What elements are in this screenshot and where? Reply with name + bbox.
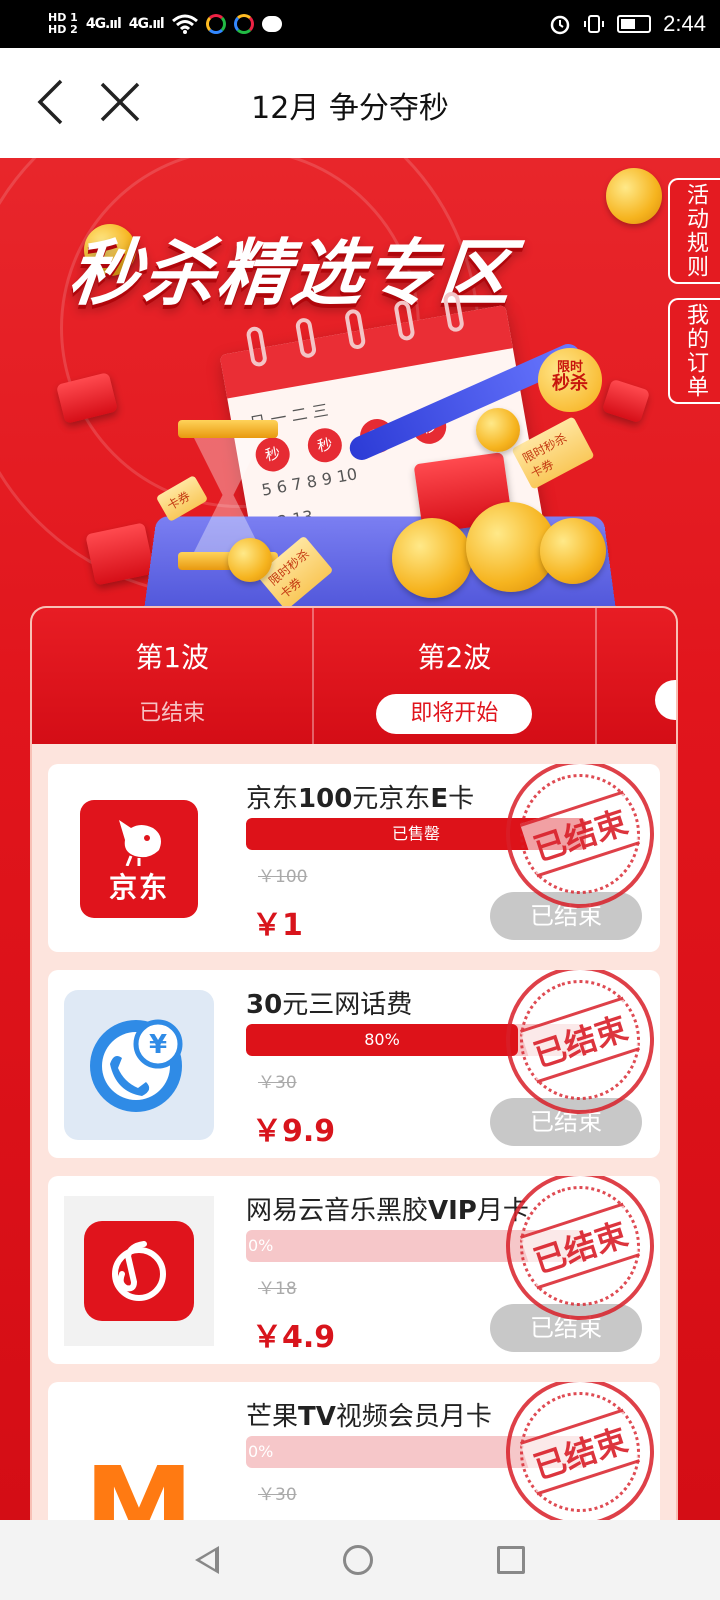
system-nav-bar — [0, 1520, 720, 1600]
name-part: 元京东 — [352, 784, 431, 814]
tab-wave-3-peek[interactable] — [597, 608, 676, 744]
progress-text: 80% — [364, 1030, 400, 1049]
signal-2-icon: 4G.ııl — [128, 16, 165, 32]
stamp-text: 已结束 — [519, 790, 641, 878]
product-name: 芒果TV视频会员月卡 — [246, 1396, 492, 1433]
page-title: 12月 争分夺秒 — [0, 83, 720, 127]
original-price: ￥18 — [258, 1279, 297, 1299]
vibrate-icon — [584, 15, 605, 33]
name-part: 30 — [246, 990, 283, 1020]
activity-rules-button[interactable]: 活动规则 — [668, 178, 720, 284]
hd2-label: HD 2 — [48, 23, 78, 36]
signal-1-icon: 4G.ııl — [85, 16, 122, 32]
tab-wave-2[interactable]: 第2波 即将开始 — [314, 608, 597, 744]
product-name: 京东100元京东E卡 — [246, 778, 474, 815]
name-part: 元三网话费 — [282, 990, 413, 1020]
clock: 2:44 — [663, 11, 706, 36]
product-name: 网易云音乐黑胶VIP月卡 — [246, 1190, 529, 1227]
hd-indicator: HD 1 HD 2 — [48, 12, 78, 36]
nav-bar: 12月 争分夺秒 — [0, 48, 720, 158]
system-home-icon[interactable] — [343, 1545, 373, 1575]
stamp-text: 已结束 — [519, 1202, 641, 1290]
content-area[interactable]: 秒杀精选专区 日 一 二 三 秒 秒 秒 秒 5 6 7 8 9 10 12 1… — [0, 158, 720, 1520]
app-notification-icon — [205, 14, 226, 34]
tab-title: 第2波 — [417, 641, 492, 674]
system-recents-icon[interactable] — [497, 1546, 525, 1574]
yuan-glyph: ¥ — [149, 1030, 167, 1060]
tab-title: 第1波 — [135, 641, 210, 674]
my-orders-button[interactable]: 我的订单 — [668, 298, 720, 404]
name-part: 视频会员月卡 — [335, 1402, 492, 1432]
product-card[interactable]: ¥ 30元三网话费 80% ￥30 ￥9.9 已结束 已结束 — [48, 970, 660, 1158]
battery-icon — [617, 15, 652, 33]
tab-status: 已结束 — [139, 701, 206, 726]
stamp-text: 已结束 — [519, 1408, 641, 1496]
hero-banner: 秒杀精选专区 日 一 二 三 秒 秒 秒 秒 5 6 7 8 9 10 12 1… — [0, 158, 720, 618]
original-price: ￥30 — [258, 1073, 297, 1093]
name-part: VIP — [428, 1196, 477, 1226]
jd-logo-tile: 京东 — [80, 800, 198, 918]
name-part: 网易云音乐黑胶 — [246, 1196, 429, 1226]
jd-dog-icon — [119, 820, 161, 866]
sale-price: ￥9.9 — [252, 1114, 336, 1149]
badge-big-text: 秒杀 — [552, 373, 588, 394]
gold-coin-icon — [606, 168, 662, 224]
phone-yuan-icon: ¥ — [90, 1019, 183, 1112]
jd-logo-text: 京东 — [108, 871, 169, 904]
stamp-text: 已结束 — [519, 996, 641, 1084]
netease-music-logo — [64, 1196, 214, 1346]
system-back-icon[interactable] — [195, 1546, 219, 1574]
netease-music-icon — [112, 1241, 166, 1301]
mango-logo-glyph: M — [84, 1443, 194, 1520]
page-title-text: 12月 争分夺秒 — [251, 91, 449, 126]
original-price: ￥30 — [258, 1485, 297, 1505]
my-orders-label: 我的订单 — [683, 303, 708, 399]
wifi-icon — [171, 14, 198, 34]
message-icon — [261, 16, 282, 32]
activity-rules-label: 活动规则 — [683, 183, 708, 279]
original-price: ￥100 — [258, 867, 308, 887]
product-card[interactable]: 京东 京东100元京东E卡 已售罄 ￥100 ￥1 已结束 已结束 — [48, 764, 660, 952]
name-part: 芒果 — [246, 1402, 299, 1432]
status-left: HD 1 HD 2 4G.ııl 4G.ııl — [48, 12, 549, 36]
name-part: 100 — [298, 784, 353, 814]
product-card[interactable]: 网易云音乐黑胶VIP月卡 0% ￥18 ￥4.9 已结束 已结束 — [48, 1176, 660, 1364]
wave-tabs: 第1波 已结束 第2波 即将开始 — [32, 608, 676, 744]
name-part: 京东 — [246, 784, 299, 814]
jd-logo: 京东 — [64, 784, 214, 934]
tab-pill — [654, 680, 676, 720]
sale-price: ￥1 — [252, 908, 303, 943]
name-part: TV — [298, 1402, 336, 1432]
netease-logo-tile — [84, 1221, 194, 1321]
alarm-icon — [550, 15, 570, 35]
mango-tv-logo: M — [64, 1402, 214, 1520]
name-part: 卡 — [448, 784, 475, 814]
gold-coin-icon — [476, 408, 520, 452]
name-part: E — [430, 784, 449, 814]
flash-sale-panel: 第1波 已结束 第2波 即将开始 京东 京东100元京东E卡 已售罄 ￥100 … — [30, 606, 678, 1520]
product-card[interactable]: M 芒果TV视频会员月卡 0% ￥30 已结束 — [48, 1382, 660, 1520]
gold-coin-icon — [228, 538, 272, 582]
status-right: 2:44 — [549, 11, 706, 37]
ended-stamp: 已结束 — [486, 1382, 660, 1520]
tab-status-badge: 即将开始 — [376, 694, 533, 734]
sale-price: ￥4.9 — [252, 1320, 336, 1355]
product-name: 30元三网话费 — [246, 984, 412, 1021]
red-envelope-icon — [601, 378, 651, 424]
gold-coin-icon — [392, 518, 472, 598]
tab-wave-1[interactable]: 第1波 已结束 — [32, 608, 315, 744]
status-bar: HD 1 HD 2 4G.ııl 4G.ııl 2:44 — [0, 0, 720, 48]
hourglass-top — [178, 420, 278, 438]
limited-flash-badge: 限时 秒杀 — [538, 348, 602, 412]
phone-bill-logo: ¥ — [64, 990, 214, 1140]
gold-coin-icon — [540, 518, 606, 584]
app-notification-icon — [233, 14, 254, 34]
